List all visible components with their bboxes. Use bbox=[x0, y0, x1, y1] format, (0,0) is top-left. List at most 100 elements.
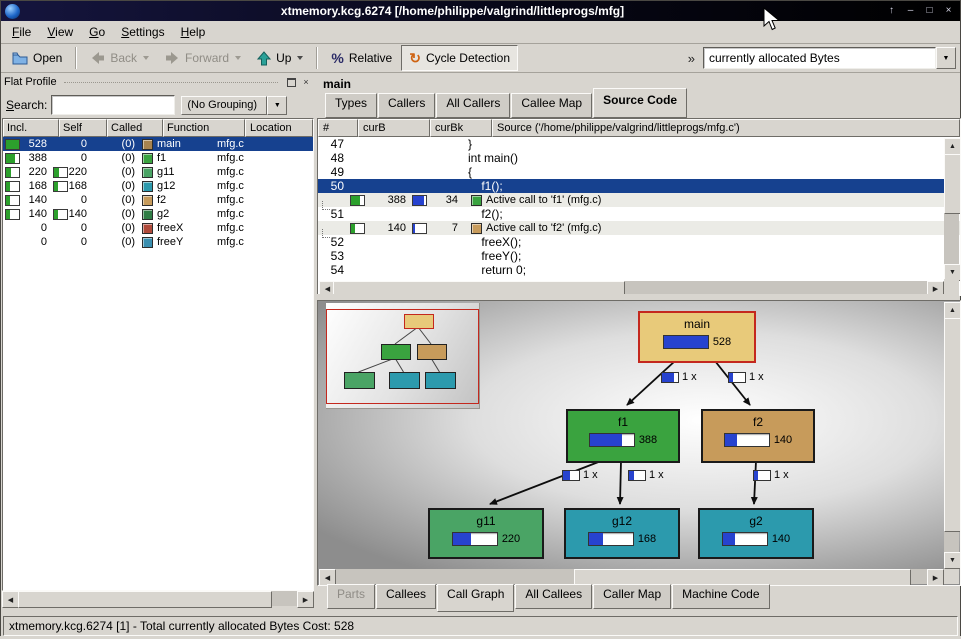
tab-all-callers[interactable]: All Callers bbox=[436, 93, 510, 118]
event-type-select[interactable]: currently allocated Bytes ▼ bbox=[703, 47, 956, 69]
flat-profile-row-freeX[interactable]: 00(0)freeXmfg.c bbox=[3, 221, 313, 235]
tab-callers[interactable]: Callers bbox=[378, 93, 435, 118]
source-column-2[interactable]: curBk bbox=[430, 119, 492, 137]
function-color-icon bbox=[142, 195, 153, 206]
maximize-button[interactable]: □ bbox=[921, 4, 938, 19]
cycle-icon: ↻ bbox=[409, 50, 421, 67]
tab-callee-map[interactable]: Callee Map bbox=[511, 93, 592, 118]
call-graph-panel[interactable]: ▲ ▼ ◀ ▶ main528f1388f2140g11220g12168g21… bbox=[317, 300, 961, 586]
scrollbar-thumb[interactable] bbox=[18, 591, 272, 608]
cost-bar-icon bbox=[350, 195, 365, 206]
flat-profile-row-g11[interactable]: 220220(0)g11mfg.c bbox=[3, 165, 313, 179]
source-hscrollbar[interactable]: ◀ ▶ bbox=[319, 281, 944, 294]
back-button[interactable]: Back bbox=[83, 46, 156, 70]
column-header-self[interactable]: Self bbox=[59, 119, 107, 137]
tab-caller-map[interactable]: Caller Map bbox=[593, 584, 671, 609]
tab-source-code[interactable]: Source Code bbox=[593, 88, 687, 118]
relative-toggle[interactable]: % Relative bbox=[324, 46, 399, 70]
cost-bar bbox=[722, 532, 768, 546]
source-line-53[interactable]: 53 freeY(); bbox=[318, 249, 960, 263]
dock-drag-handle[interactable] bbox=[64, 82, 278, 83]
menu-item-view[interactable]: View bbox=[39, 22, 81, 42]
graph-minimap[interactable] bbox=[326, 303, 480, 409]
flat-profile-row-main[interactable]: 5280(0)mainmfg.c bbox=[3, 137, 313, 151]
toolbar-overflow-button[interactable]: » bbox=[686, 51, 697, 66]
source-line-50[interactable]: 50 f1(); bbox=[318, 179, 960, 193]
search-row: Search: (No Grouping) ▼ bbox=[2, 90, 314, 120]
menu-item-file[interactable]: File bbox=[4, 22, 39, 42]
flat-profile-row-f2[interactable]: 1400(0)f2mfg.c bbox=[3, 193, 313, 207]
column-header-function[interactable]: Function bbox=[163, 119, 245, 137]
cycle-detection-toggle[interactable]: ↻ Cycle Detection bbox=[401, 45, 518, 71]
dock-header[interactable]: Flat Profile × bbox=[2, 74, 314, 90]
source-vscrollbar[interactable]: ▲ ▼ bbox=[944, 138, 959, 281]
tab-machine-code[interactable]: Machine Code bbox=[672, 584, 769, 609]
menu-item-help[interactable]: Help bbox=[173, 22, 214, 42]
column-header-called[interactable]: Called bbox=[107, 119, 163, 137]
source-column-1[interactable]: curB bbox=[358, 119, 430, 137]
node-label: g12 bbox=[566, 510, 678, 528]
graph-node-g12[interactable]: g12168 bbox=[564, 508, 680, 559]
function-color-icon bbox=[142, 139, 153, 150]
source-column-0[interactable]: # bbox=[318, 119, 358, 137]
graph-node-g2[interactable]: g2140 bbox=[698, 508, 814, 559]
column-header-incl[interactable]: Incl. bbox=[3, 119, 59, 137]
active-call-row[interactable]: 1407Active call to 'f2' (mfg.c) bbox=[318, 221, 960, 235]
flat-profile-row-g12[interactable]: 168168(0)g12mfg.c bbox=[3, 179, 313, 193]
flat-profile-row-g2[interactable]: 140140(0)g2mfg.c bbox=[3, 207, 313, 221]
flat-profile-row-freeY[interactable]: 00(0)freeYmfg.c bbox=[3, 235, 313, 249]
source-line-51[interactable]: 51 f2(); bbox=[318, 207, 960, 221]
menu-item-go[interactable]: Go bbox=[81, 22, 113, 42]
scroll-right-icon[interactable]: ▶ bbox=[297, 591, 314, 608]
source-column-3[interactable]: Source ('/home/philippe/valgrind/littlep… bbox=[492, 119, 960, 137]
scrollbar-thumb[interactable] bbox=[944, 154, 961, 214]
chevron-down-icon[interactable]: ▼ bbox=[936, 47, 956, 69]
edge-label-f1-g12: 1 x bbox=[628, 469, 664, 481]
graph-node-main[interactable]: main528 bbox=[638, 311, 756, 363]
dock-float-button[interactable] bbox=[285, 77, 297, 88]
open-button[interactable]: Open bbox=[5, 46, 69, 70]
close-button[interactable]: × bbox=[940, 4, 957, 19]
scroll-down-icon[interactable]: ▼ bbox=[944, 552, 961, 569]
graph-hscrollbar[interactable]: ◀ ▶ bbox=[319, 569, 944, 584]
scrollbar-thumb[interactable] bbox=[944, 318, 961, 532]
flat-profile-hscrollbar[interactable]: ◀ ▶ bbox=[2, 591, 314, 606]
cost-bar-icon bbox=[628, 470, 646, 481]
search-input[interactable] bbox=[51, 95, 175, 115]
source-line-49[interactable]: 49{ bbox=[318, 165, 960, 179]
graph-node-f1[interactable]: f1388 bbox=[566, 409, 680, 463]
tab-types[interactable]: Types bbox=[325, 93, 377, 118]
function-color-icon bbox=[142, 153, 153, 164]
source-line-47[interactable]: 47} bbox=[318, 137, 960, 151]
source-line-52[interactable]: 52 freeX(); bbox=[318, 235, 960, 249]
scroll-left-icon[interactable]: ◀ bbox=[2, 591, 19, 608]
dock-close-button[interactable]: × bbox=[300, 77, 312, 88]
tab-all-callees[interactable]: All Callees bbox=[515, 584, 592, 609]
toolbar-separator bbox=[316, 47, 318, 69]
tab-callees[interactable]: Callees bbox=[376, 584, 436, 609]
scroll-up-icon[interactable]: ▲ bbox=[944, 138, 961, 155]
tab-call-graph[interactable]: Call Graph bbox=[437, 584, 514, 612]
shade-button[interactable]: ↑ bbox=[883, 4, 900, 19]
up-button[interactable]: Up bbox=[250, 46, 310, 70]
flat-profile-row-f1[interactable]: 3880(0)f1mfg.c bbox=[3, 151, 313, 165]
node-label: g2 bbox=[700, 510, 812, 528]
active-call-row[interactable]: 38834Active call to 'f1' (mfg.c) bbox=[318, 193, 960, 207]
cost-bar-icon bbox=[661, 372, 679, 383]
source-line-48[interactable]: 48int main() bbox=[318, 151, 960, 165]
tab-parts[interactable]: Parts bbox=[327, 584, 375, 609]
source-line-54[interactable]: 54 return 0; bbox=[318, 263, 960, 277]
chevron-down-icon[interactable]: ▼ bbox=[267, 96, 287, 115]
minimize-button[interactable]: – bbox=[902, 4, 919, 19]
grouping-select[interactable]: (No Grouping) ▼ bbox=[181, 96, 287, 115]
forward-label: Forward bbox=[185, 51, 229, 65]
edge-call-count: 1 x bbox=[774, 469, 789, 481]
graph-vscrollbar[interactable]: ▲ ▼ bbox=[944, 302, 959, 569]
menu-item-settings[interactable]: Settings bbox=[113, 22, 172, 42]
graph-node-f2[interactable]: f2140 bbox=[701, 409, 815, 463]
graph-node-g11[interactable]: g11220 bbox=[428, 508, 544, 559]
scroll-up-icon[interactable]: ▲ bbox=[944, 302, 961, 319]
title-bar[interactable]: xtmemory.kcg.6274 [/home/philippe/valgri… bbox=[1, 1, 960, 21]
forward-button[interactable]: Forward bbox=[158, 46, 248, 70]
column-header-location[interactable]: Location bbox=[245, 119, 313, 137]
